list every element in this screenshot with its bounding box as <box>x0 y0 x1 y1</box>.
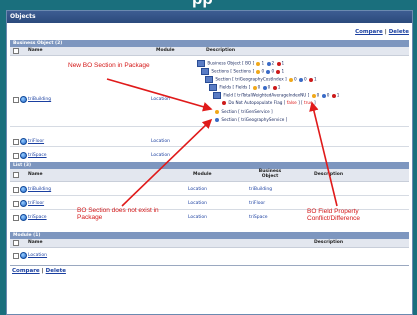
slide-title-banner: pp <box>0 0 417 10</box>
slide-title-text: pp <box>192 0 213 9</box>
arrow-section-not-exist <box>121 118 213 207</box>
annotation-arrows <box>106 78 338 207</box>
arrow-field-conflict <box>309 101 338 207</box>
objects-panel: Objects Compare | Delete Business Object (… <box>6 10 413 315</box>
arrow-new-section <box>106 78 213 112</box>
